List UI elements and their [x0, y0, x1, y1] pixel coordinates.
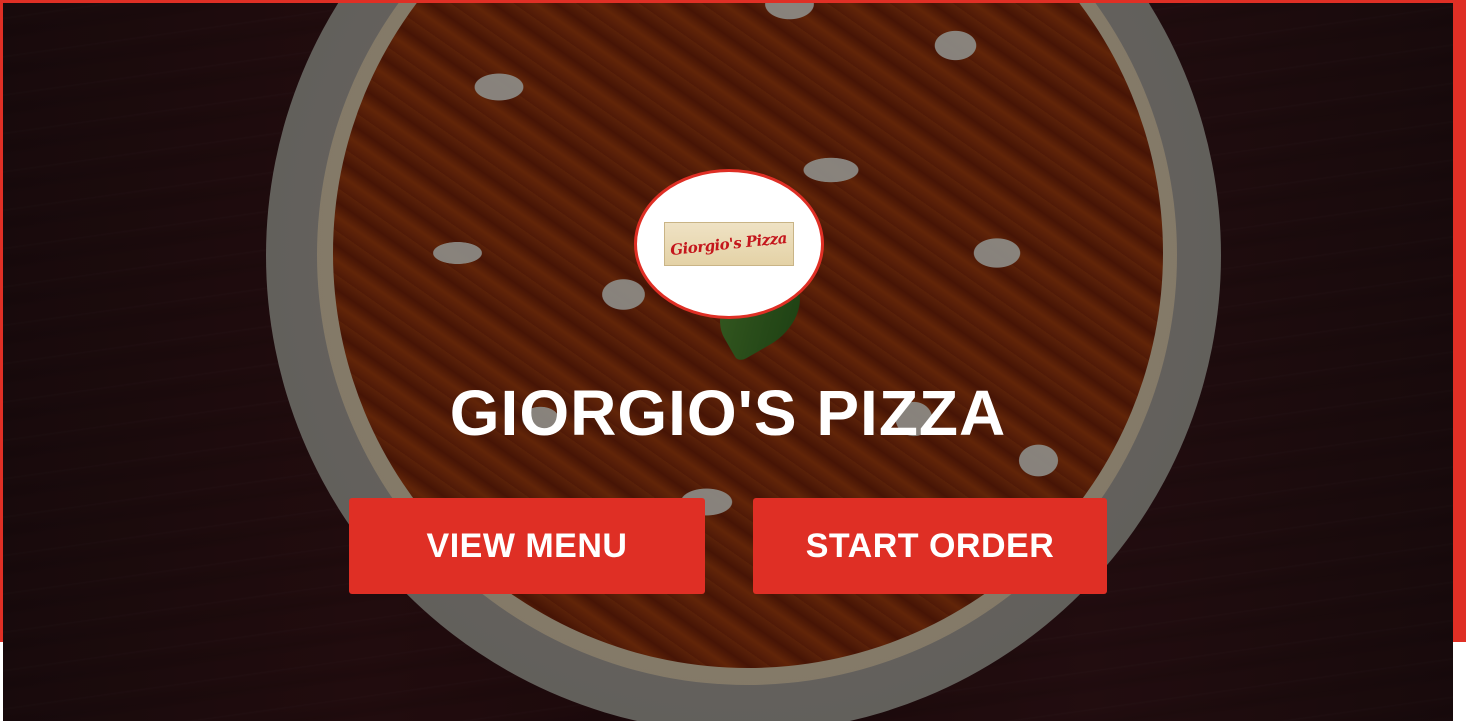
start-order-button[interactable]: START ORDER — [753, 498, 1107, 594]
hero-section: Giorgio's Pizza GIORGIO'S PIZZA VIEW MEN… — [3, 3, 1453, 721]
hero-dark-overlay — [3, 3, 1453, 721]
logo-wordmark: Giorgio's Pizza — [669, 228, 789, 260]
restaurant-name-heading: GIORGIO'S PIZZA — [449, 377, 1007, 449]
restaurant-logo[interactable]: Giorgio's Pizza — [634, 169, 824, 319]
logo-badge: Giorgio's Pizza — [664, 222, 794, 266]
view-menu-button[interactable]: VIEW MENU — [349, 498, 705, 594]
accent-border-right — [1453, 0, 1466, 642]
page: Giorgio's Pizza GIORGIO'S PIZZA VIEW MEN… — [0, 0, 1466, 721]
